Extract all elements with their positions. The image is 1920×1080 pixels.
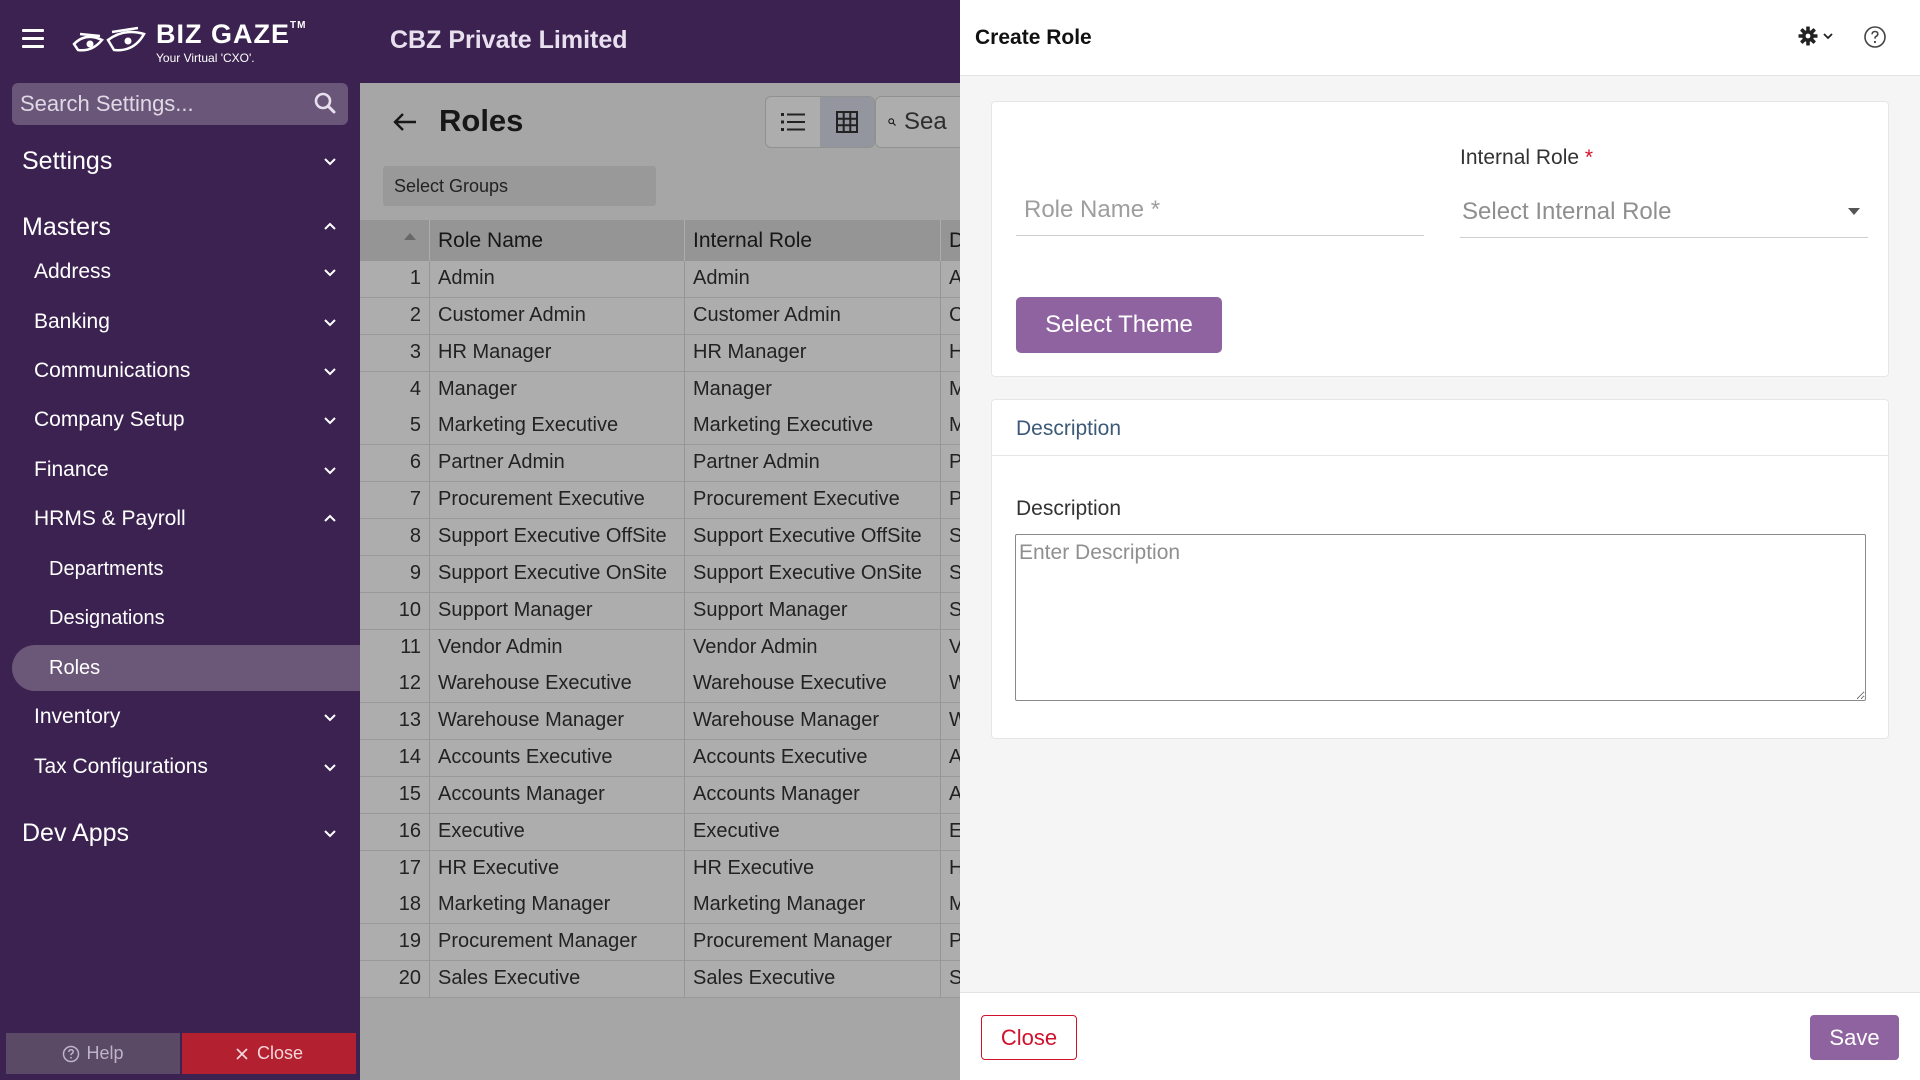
question-circle-icon: [63, 1045, 80, 1062]
sidebar-item-label: HRMS & Payroll: [34, 507, 186, 530]
close-button[interactable]: Close: [981, 1015, 1077, 1060]
description-textarea[interactable]: [1015, 534, 1866, 701]
help-button-label: Help: [86, 1043, 124, 1063]
help-circle-icon[interactable]: [1863, 25, 1887, 49]
chevron-down-icon: [324, 714, 336, 722]
sidebar-item-label: Company Setup: [34, 408, 185, 431]
chevron-down-icon: [324, 158, 336, 166]
role-name-field: [1016, 186, 1424, 236]
internal-role-placeholder: Select Internal Role: [1462, 197, 1672, 225]
chevron-down-icon: [324, 467, 336, 475]
panel-footer: Close Save: [960, 992, 1920, 1080]
modal-backdrop[interactable]: [360, 83, 960, 1080]
internal-role-label: Internal Role *: [1460, 146, 1593, 170]
sidebar-item-label: Dev Apps: [22, 818, 130, 847]
chevron-down-icon: [324, 764, 336, 772]
settings-sidebar: Settings Masters Address Banking Communi…: [0, 83, 360, 1080]
select-theme-button[interactable]: Select Theme: [1016, 297, 1222, 353]
sidebar-close-label: Close: [256, 1043, 304, 1063]
sidebar-item-banking[interactable]: Banking: [0, 302, 360, 342]
panel-title: Create Role: [975, 26, 1092, 49]
internal-role-select[interactable]: Select Internal Role: [1460, 186, 1868, 238]
sidebar-item-label: Settings: [22, 146, 113, 175]
settings-search: [12, 83, 348, 125]
role-name-input[interactable]: [1016, 186, 1424, 234]
sidebar-item-hrms-payroll[interactable]: HRMS & Payroll: [0, 499, 360, 539]
internal-role-label-text: Internal Role: [1460, 146, 1580, 169]
description-card: Description Description: [991, 399, 1889, 739]
sidebar-item-label: Masters: [22, 212, 111, 241]
settings-search-input[interactable]: [12, 83, 302, 125]
sidebar-item-label: Inventory: [34, 705, 121, 728]
close-icon: [236, 1047, 248, 1060]
role-details-card: Internal Role * Select Internal Role Sel…: [991, 101, 1889, 377]
sidebar-item-label: Roles: [49, 656, 101, 679]
panel-header: Create Role: [960, 0, 1920, 76]
required-mark: *: [1584, 146, 1594, 169]
sidebar-item-finance[interactable]: Finance: [0, 450, 360, 490]
sidebar-item-label: Address: [34, 260, 112, 283]
sidebar-item-label: Designations: [49, 606, 165, 629]
sidebar-item-designations[interactable]: Designations: [0, 598, 360, 638]
sidebar-item-roles[interactable]: Roles: [12, 645, 360, 691]
chevron-down-icon: [324, 368, 336, 376]
panel-settings-button[interactable]: [1798, 26, 1834, 46]
sidebar-item-tax-configurations[interactable]: Tax Configurations: [0, 747, 360, 787]
search-icon[interactable]: [314, 92, 336, 114]
gear-icon: [1798, 26, 1818, 46]
sidebar-item-label: Departments: [49, 557, 164, 580]
sidebar-item-departments[interactable]: Departments: [0, 549, 360, 589]
sidebar-item-company-setup[interactable]: Company Setup: [0, 400, 360, 440]
backdrop-top: [0, 0, 960, 83]
sidebar-item-label: Tax Configurations: [34, 755, 208, 778]
chevron-down-icon: [324, 417, 336, 425]
chevron-up-icon: [324, 514, 336, 522]
sidebar-item-masters[interactable]: Masters: [0, 207, 360, 247]
save-button[interactable]: Save: [1810, 1015, 1899, 1060]
sidebar-close-button[interactable]: Close: [182, 1033, 356, 1074]
sidebar-item-label: Finance: [34, 458, 109, 481]
sidebar-footer: Help Close: [6, 1033, 356, 1074]
chevron-down-icon: [324, 830, 336, 838]
sidebar-item-communications[interactable]: Communications: [0, 351, 360, 391]
sidebar-item-dev-apps[interactable]: Dev Apps: [0, 813, 360, 853]
sidebar-item-inventory[interactable]: Inventory: [0, 697, 360, 737]
sidebar-item-address[interactable]: Address: [0, 252, 360, 292]
caret-down-icon: [1848, 208, 1860, 215]
chevron-up-icon: [324, 222, 336, 230]
sidebar-item-label: Banking: [34, 310, 110, 333]
chevron-down-icon: [1823, 33, 1833, 40]
description-section-header[interactable]: Description: [992, 400, 1888, 456]
create-role-panel: Create Role In: [960, 0, 1920, 1080]
chevron-down-icon: [324, 269, 336, 277]
help-button[interactable]: Help: [6, 1033, 180, 1074]
sidebar-item-label: Communications: [34, 359, 191, 382]
chevron-down-icon: [324, 319, 336, 327]
description-label: Description: [1016, 497, 1122, 520]
sidebar-item-settings[interactable]: Settings: [0, 141, 360, 181]
